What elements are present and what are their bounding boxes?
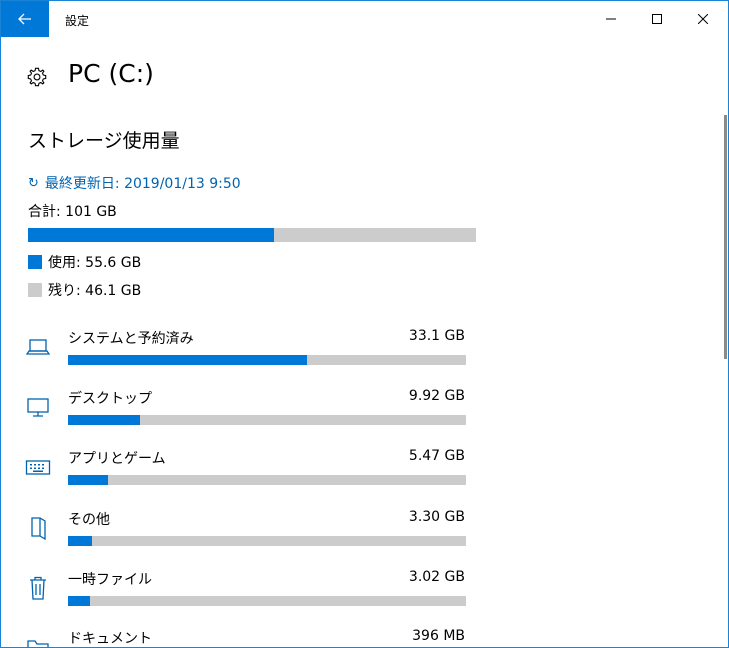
category-bar-fill — [68, 536, 92, 546]
page-title: PC (C:) — [68, 59, 154, 88]
app-title: 設定 — [65, 14, 90, 28]
free-label: 残り: 46.1 GB — [48, 283, 142, 299]
category-size: 9.92 GB — [408, 388, 465, 404]
used-swatch — [28, 255, 42, 269]
trash-icon — [25, 575, 51, 601]
category-temp-files[interactable]: 一時ファイル 3.02 GB — [1, 569, 481, 619]
refresh-icon: ↻ — [28, 175, 39, 191]
maximize-icon — [652, 14, 662, 24]
category-label: デスクトップ — [68, 391, 152, 407]
gear-icon — [27, 67, 47, 87]
category-size: 3.30 GB — [408, 509, 465, 525]
category-bar — [68, 415, 466, 425]
laptop-icon — [25, 334, 51, 360]
category-label: ドキュメント — [68, 631, 152, 647]
scrollbar-thumb[interactable] — [724, 115, 727, 359]
keyboard-icon — [25, 454, 51, 480]
category-label: その他 — [68, 512, 110, 528]
category-size: 3.02 GB — [408, 569, 465, 585]
category-label: システムと予約済み — [68, 331, 194, 347]
category-bar-fill — [68, 355, 307, 365]
total-usage-fill — [28, 228, 275, 242]
back-arrow-icon — [18, 13, 31, 25]
category-bar-fill — [68, 475, 108, 485]
page-header — [26, 61, 48, 93]
close-button[interactable] — [680, 1, 726, 37]
used-label: 使用: 55.6 GB — [48, 255, 142, 271]
settings-window: 設定 PC (C:) ストレージ使用量 ↻ 最終更新日: 2019/01/13 … — [0, 0, 729, 648]
minimize-button[interactable] — [588, 1, 634, 37]
total-usage-bar — [28, 228, 476, 242]
back-button[interactable] — [1, 1, 49, 37]
legend-used: 使用: 55.6 GB — [28, 252, 141, 272]
free-swatch — [28, 283, 42, 297]
maximize-button[interactable] — [634, 1, 680, 37]
category-bar — [68, 536, 466, 546]
category-bar — [68, 475, 466, 485]
category-size: 33.1 GB — [408, 328, 465, 344]
category-desktop[interactable]: デスクトップ 9.92 GB — [1, 388, 481, 438]
section-title: ストレージ使用量 — [28, 130, 180, 152]
title-bar: 設定 — [1, 1, 728, 37]
monitor-icon — [25, 394, 51, 420]
category-other[interactable]: その他 3.30 GB — [1, 509, 481, 559]
close-icon — [698, 14, 708, 24]
category-bar-fill — [68, 596, 90, 606]
legend-free: 残り: 46.1 GB — [28, 280, 141, 300]
refresh-link[interactable]: ↻ 最終更新日: 2019/01/13 9:50 — [28, 173, 241, 193]
category-size: 396 MB — [412, 628, 465, 644]
category-bar-fill — [68, 415, 140, 425]
category-size: 5.47 GB — [408, 448, 465, 464]
category-label: 一時ファイル — [68, 572, 152, 588]
document-icon — [25, 515, 51, 541]
category-bar — [68, 355, 466, 365]
category-bar — [68, 596, 466, 606]
category-documents[interactable]: ドキュメント 396 MB — [1, 628, 481, 647]
category-apps-games[interactable]: アプリとゲーム 5.47 GB — [1, 448, 481, 498]
category-label: アプリとゲーム — [68, 451, 166, 467]
total-label: 合計: 101 GB — [28, 204, 117, 220]
refresh-label: 最終更新日: 2019/01/13 9:50 — [44, 176, 241, 192]
category-system-reserved[interactable]: システムと予約済み 33.1 GB — [1, 328, 481, 378]
folder-icon — [25, 634, 51, 647]
minimize-icon — [606, 18, 616, 20]
